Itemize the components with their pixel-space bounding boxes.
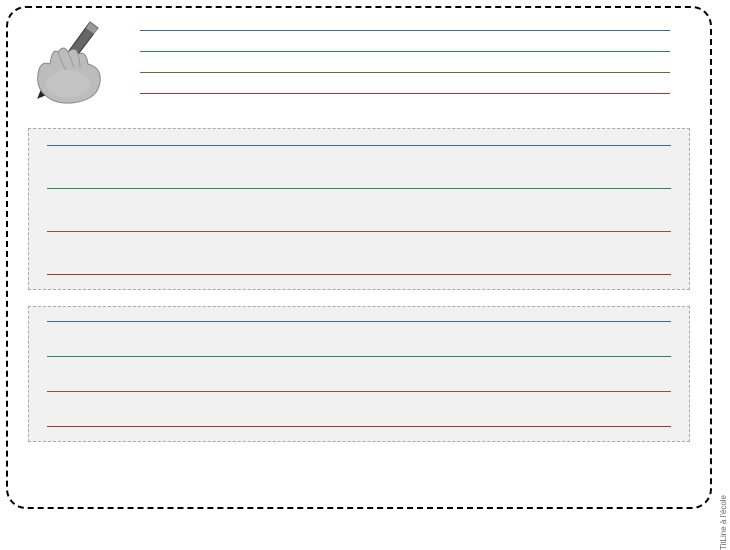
ruled-line [47, 321, 671, 322]
ruled-line [47, 391, 671, 392]
header-area [28, 20, 690, 114]
ruled-line [47, 426, 671, 427]
title-line-area [140, 20, 690, 114]
ruled-line [47, 145, 671, 146]
hand-writing-icon [28, 20, 124, 106]
practice-box-1 [28, 128, 690, 290]
title-line-4 [140, 93, 670, 94]
title-line-2 [140, 51, 670, 52]
ruled-line [47, 274, 671, 275]
ruled-line [47, 188, 671, 189]
title-line-3 [140, 72, 670, 73]
practice-box-2 [28, 306, 690, 442]
ruled-line [47, 356, 671, 357]
credit-text: TitLine à l'école [719, 495, 728, 550]
ruled-line [47, 231, 671, 232]
page-frame [6, 6, 712, 509]
title-line-1 [140, 30, 670, 31]
